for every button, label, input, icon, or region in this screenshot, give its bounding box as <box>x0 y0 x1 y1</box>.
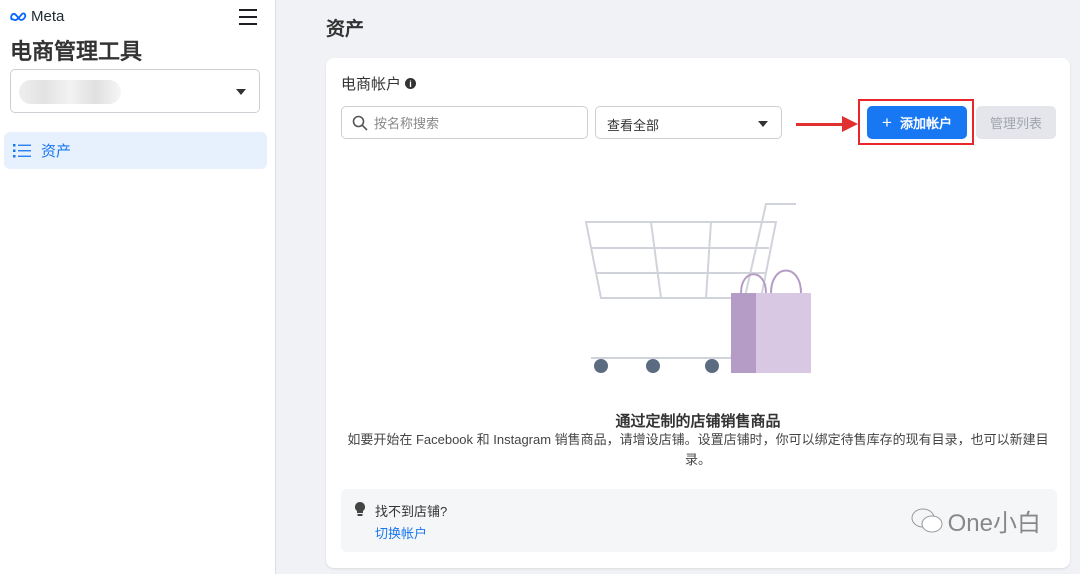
search-placeholder: 按名称搜索 <box>374 116 440 131</box>
shopping-cart-illustration <box>584 203 811 373</box>
card-title: 电商帐户 i <box>341 73 417 94</box>
add-account-label: 添加帐户 <box>899 116 952 131</box>
add-account-button[interactable]: + 添加帐户 <box>867 106 967 139</box>
plus-icon: + <box>882 112 892 132</box>
sidebar-item-label: 资产 <box>41 143 72 160</box>
watermark-text: One小白 <box>947 510 1041 537</box>
brand-name: Meta <box>31 8 65 25</box>
meta-logo-icon <box>10 11 27 21</box>
commerce-accounts-card: 电商帐户 i 按名称搜索 查看全部 + 添加帐户 管理列表 通过定制的店铺销售商… <box>326 58 1070 568</box>
lightbulb-icon <box>355 502 365 516</box>
tip-panel: 找不到店铺? 切换帐户 One小白 <box>341 489 1057 552</box>
meta-logo[interactable]: Meta <box>10 8 64 25</box>
manage-list-button[interactable]: 管理列表 <box>976 106 1056 139</box>
sidebar: Meta 电商管理工具 资产 <box>0 0 276 574</box>
page-title: 资产 <box>326 19 365 40</box>
manage-list-label: 管理列表 <box>989 116 1042 131</box>
blurred-account-name <box>19 80 121 104</box>
card-title-text: 电商帐户 <box>341 76 402 93</box>
list-icon <box>13 143 31 157</box>
info-icon[interactable]: i <box>405 78 417 89</box>
app-title: 电商管理工具 <box>10 39 143 64</box>
chevron-down-icon <box>236 89 246 95</box>
hamburger-menu-icon[interactable] <box>239 9 257 25</box>
switch-account-link[interactable]: 切换帐户 <box>375 523 427 542</box>
search-icon <box>352 115 368 131</box>
wechat-icon <box>911 508 943 532</box>
empty-state-title: 通过定制的店铺销售商品 <box>615 413 781 430</box>
search-input[interactable]: 按名称搜索 <box>341 106 588 139</box>
filter-value: 查看全部 <box>607 118 660 133</box>
empty-state-description: 如要开始在 Facebook 和 Instagram 销售商品，请增设店铺。设置… <box>347 432 1049 467</box>
filter-dropdown[interactable]: 查看全部 <box>595 106 782 139</box>
chevron-down-icon <box>758 121 768 127</box>
watermark: One小白 <box>910 503 1041 538</box>
annotation-arrow-head <box>842 116 858 132</box>
annotation-arrow <box>796 123 846 126</box>
account-selector[interactable] <box>10 69 260 113</box>
sidebar-item-assets[interactable]: 资产 <box>4 132 267 169</box>
tip-title: 找不到店铺? <box>375 504 448 519</box>
